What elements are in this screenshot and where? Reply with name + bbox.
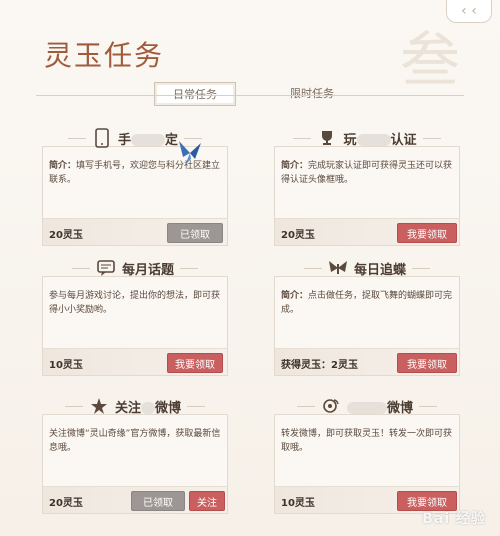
card-footer: 20灵玉 已领取 (43, 218, 227, 245)
phone-icon (92, 128, 112, 148)
watermark: Bai 经验 (422, 511, 486, 527)
card-header: 关注 微博 (43, 393, 227, 419)
card-footer: 10灵玉 我要领取 (43, 348, 227, 375)
card-header: 微博 (275, 393, 459, 419)
card-title: 手定 (117, 132, 179, 148)
card-description: 参与每月游戏讨论，提出你的想法，即可获得小小奖励哟。 (49, 291, 221, 315)
reward-amount: 20灵玉 (49, 498, 83, 509)
back-icon: ‹ ‹ (461, 3, 477, 19)
claim-button[interactable]: 我要领取 (397, 353, 457, 373)
card-header: 每日追蝶 (275, 255, 459, 281)
card-title: 关注 微博 (114, 400, 182, 416)
task-card-repost-weibo: 微博 转发微博，即可获取灵玉！转发一次即可获取哦。 10灵玉 我要领取 (274, 399, 460, 514)
task-card-phone-binding: 手定 简介：填写手机号，欢迎您与科分社区建立联系。 20灵玉 已领取 (42, 128, 228, 246)
reward-amount: 10灵玉 (49, 360, 83, 371)
follow-button[interactable]: 关注 (189, 491, 225, 511)
claim-button[interactable]: 我要领取 (397, 223, 457, 243)
card-header: 玩认证 (275, 125, 459, 151)
ornament-line (293, 137, 312, 139)
task-panel: 叁 ‹ ‹ 灵玉任务 日常任务 限时任务 手定 简介：填写手机号，欢迎您与科分社… (0, 0, 500, 536)
task-card-follow-weibo: 关注 微博 关注微博“灵山奇缘”官方微博，获取最新信息哦。 20灵玉 已领取 关注 (42, 398, 228, 514)
reward-amount: 20灵玉 (49, 230, 83, 241)
back-button[interactable]: ‹ ‹ (446, 0, 492, 23)
card-description: 简介：点击做任务，捉取飞舞的蝴蝶即可完成。 (281, 291, 453, 315)
card-header: 每月话题 (43, 255, 227, 281)
butterfly-icon[interactable] (177, 139, 203, 167)
butterfly-icon (328, 258, 348, 278)
task-card-monthly-topic: 每月话题 参与每月游戏讨论，提出你的想法，即可获得小小奖励哟。 10灵玉 我要领… (42, 260, 228, 376)
card-title: 每月话题 (121, 262, 174, 278)
ornament-line (296, 405, 315, 407)
ornament-line (412, 267, 430, 269)
ornament-line (303, 267, 322, 269)
card-title: 玩认证 (343, 132, 417, 148)
card-footer: 20灵玉 我要领取 (275, 218, 459, 245)
decorative-character: 叁 (400, 26, 460, 96)
ornament-line (71, 267, 90, 269)
claimed-button[interactable]: 已领取 (131, 491, 185, 511)
card-description: 简介：完成玩家认证即可获得灵玉还可以获得认证头像框哦。 (281, 161, 453, 185)
card-description: 转发微博，即可获取灵玉！转发一次即可获取哦。 (281, 429, 453, 453)
ornament-line (67, 137, 86, 139)
page-title: 灵玉任务 (44, 39, 165, 72)
ornament-line (180, 267, 198, 269)
task-card-daily-butterfly: 每日追蝶 简介：点击做任务，捉取飞舞的蝴蝶即可完成。 获得灵玉：2灵玉 我要领取 (274, 261, 460, 376)
ornament-line (422, 137, 441, 139)
card-footer: 获得灵玉：2灵玉 我要领取 (275, 348, 459, 375)
trophy-icon (317, 128, 337, 148)
tab-limited-tasks[interactable]: 限时任务 (282, 82, 342, 104)
ornament-line (64, 405, 83, 407)
chat-icon (96, 258, 116, 278)
tab-label: 日常任务 (173, 88, 217, 101)
weibo-icon (321, 396, 341, 416)
reward-amount: 20灵玉 (281, 230, 315, 241)
card-footer: 20灵玉 已领取 关注 (43, 486, 227, 513)
card-title: 每日追蝶 (353, 262, 406, 278)
card-description: 关注微博“灵山奇缘”官方微博，获取最新信息哦。 (49, 429, 221, 453)
star-icon (89, 396, 109, 416)
reward-amount: 获得灵玉：2灵玉 (281, 360, 358, 371)
claim-button[interactable]: 我要领取 (167, 353, 223, 373)
divider (36, 95, 464, 96)
task-card-player-verify: 玩认证 简介：完成玩家认证即可获得灵玉还可以获得认证头像框哦。 20灵玉 我要领… (274, 131, 460, 246)
claimed-button[interactable]: 已领取 (167, 223, 223, 243)
card-title: 微博 (346, 397, 413, 416)
tab-daily-tasks[interactable]: 日常任务 (154, 82, 236, 106)
tab-label: 限时任务 (290, 87, 334, 100)
reward-amount: 10灵玉 (281, 498, 315, 509)
ornament-line (187, 405, 206, 407)
ornament-line (419, 405, 437, 407)
